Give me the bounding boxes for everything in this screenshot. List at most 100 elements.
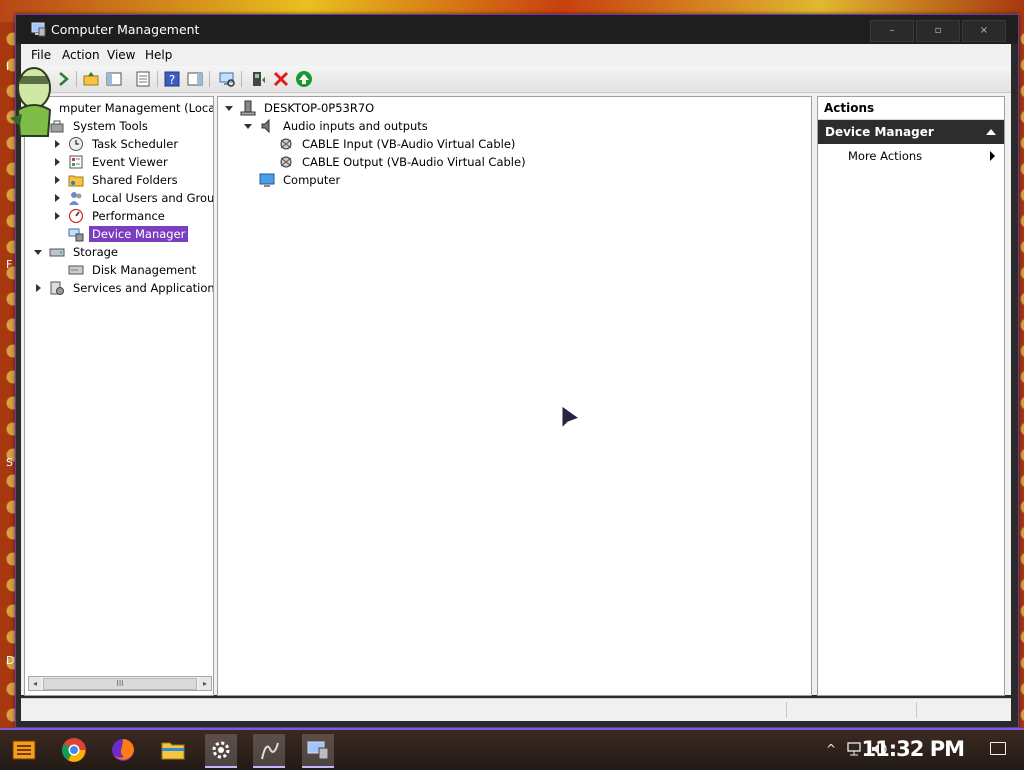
scroll-left-arrow[interactable]: ◂ — [29, 677, 41, 690]
audio-device-icon — [280, 156, 292, 168]
event-log-icon — [69, 155, 83, 169]
computer-name: DESKTOP-0P53R7O — [264, 101, 375, 115]
actions-pane: Actions Device Manager More Actions — [817, 96, 1005, 696]
device-label: CABLE Output (VB-Audio Virtual Cable) — [302, 155, 526, 169]
device-label: CABLE Input (VB-Audio Virtual Cable) — [302, 137, 516, 151]
status-divider — [786, 702, 787, 718]
toolbar-separator — [209, 71, 210, 87]
tree-item-label: Shared Folders — [92, 173, 178, 187]
tree-item-label: Storage — [73, 245, 118, 259]
settings-icon[interactable] — [205, 734, 237, 768]
status-bar — [21, 698, 1011, 721]
tree-item-local-users[interactable]: Local Users and Groups — [52, 189, 214, 207]
menu-file[interactable]: File — [31, 48, 51, 62]
tree-item-root[interactable]: mputer Management (Local) — [33, 99, 213, 117]
storage-icon — [49, 248, 65, 257]
expand-toggle[interactable] — [52, 175, 62, 185]
stylus-app-icon[interactable] — [253, 734, 285, 768]
menu-action[interactable]: Action — [62, 48, 100, 62]
tree-item-shared-folders[interactable]: Shared Folders — [52, 171, 181, 189]
mouse-cursor-icon — [561, 405, 581, 430]
title-bar[interactable]: Computer Management – ▫ × — [16, 15, 1018, 44]
device-cable-output[interactable]: CABLE Output (VB-Audio Virtual Cable) — [262, 153, 529, 171]
speaker-icon — [261, 118, 270, 134]
tree-item-performance[interactable]: Performance — [52, 207, 168, 225]
horizontal-scrollbar[interactable]: ◂ III ▸ — [28, 676, 212, 691]
device-category-computer[interactable]: Computer — [243, 171, 343, 189]
tree-item-device-manager[interactable]: Device Manager — [52, 225, 189, 243]
toolbar: ? — [21, 66, 1011, 93]
update-driver-icon[interactable] — [249, 70, 267, 88]
window-title: Computer Management — [51, 22, 200, 37]
computer-management-window: Computer Management – ▫ × File Action Vi… — [15, 14, 1019, 728]
maximize-button[interactable]: ▫ — [916, 20, 960, 42]
expand-toggle[interactable] — [52, 211, 62, 221]
action-group-label: Device Manager — [825, 125, 934, 139]
toolbar-separator — [76, 71, 77, 87]
tree-item-services[interactable]: Services and Applications — [33, 279, 214, 297]
device-tree-pane: DESKTOP-0P53R7O Audio inputs and outputs… — [217, 96, 812, 696]
svg-text:?: ? — [169, 73, 175, 87]
clock-icon — [69, 137, 83, 151]
tree-item-task-scheduler[interactable]: Task Scheduler — [52, 135, 181, 153]
menu-bar: File Action View Help — [21, 44, 1011, 66]
scan-hardware-icon[interactable] — [218, 70, 236, 88]
expand-toggle[interactable] — [52, 157, 62, 167]
device-category-audio[interactable]: Audio inputs and outputs — [243, 117, 431, 135]
tree-item-storage[interactable]: Storage — [33, 243, 121, 261]
tree-item-label: Local Users and Groups — [92, 191, 214, 205]
scroll-right-arrow[interactable]: ▸ — [199, 677, 211, 690]
minimize-button[interactable]: – — [870, 20, 914, 42]
tray-chevron-icon[interactable]: ^ — [826, 742, 836, 756]
tree-item-disk-management[interactable]: Disk Management — [52, 261, 199, 279]
shared-folder-icon — [68, 175, 84, 187]
tree-item-label: Event Viewer — [92, 155, 168, 169]
notification-center-icon[interactable] — [990, 742, 1006, 755]
console-tree-pane: mputer Management (Local) System Tools T… — [24, 96, 214, 696]
close-button[interactable]: × — [962, 20, 1006, 42]
start-icon[interactable] — [8, 734, 40, 766]
services-icon — [50, 281, 64, 295]
action-group-device-manager[interactable]: Device Manager — [818, 120, 1004, 144]
device-category-label: Audio inputs and outputs — [283, 119, 428, 133]
file-explorer-icon[interactable] — [157, 734, 189, 766]
tree-item-event-viewer[interactable]: Event Viewer — [52, 153, 171, 171]
enable-device-icon[interactable] — [295, 70, 313, 88]
tree-item-label: Services and Applications — [73, 281, 214, 295]
system-clock[interactable]: 11:32 PM — [862, 737, 965, 761]
toolbar-separator — [241, 71, 242, 87]
device-tree-computer-root[interactable]: DESKTOP-0P53R7O — [224, 99, 377, 117]
chrome-icon[interactable] — [58, 734, 90, 766]
scroll-thumb[interactable]: III — [43, 678, 197, 690]
menu-view[interactable]: View — [107, 48, 135, 62]
expand-toggle[interactable] — [33, 283, 43, 293]
expand-toggle[interactable] — [243, 121, 253, 131]
desktop-edge-letter: D — [6, 654, 15, 667]
taskbar: ^ 11:32 PM — [0, 728, 1024, 770]
tree-item-label: System Tools — [73, 119, 148, 133]
expand-toggle[interactable] — [224, 103, 234, 113]
uninstall-icon[interactable] — [272, 70, 290, 88]
tree-item-label: Performance — [92, 209, 165, 223]
actions-title: Actions — [824, 101, 875, 115]
properties-icon[interactable] — [134, 70, 152, 88]
computer-management-taskbar-icon[interactable] — [302, 734, 334, 768]
expand-toggle[interactable] — [33, 247, 43, 257]
status-divider — [916, 702, 917, 718]
desktop-edge-letter: S — [6, 456, 13, 469]
up-folder-icon[interactable] — [82, 70, 100, 88]
show-hide-action-pane-icon[interactable] — [186, 70, 204, 88]
window-controls: – ▫ × — [870, 20, 1006, 42]
toolbar-separator — [157, 71, 158, 87]
show-hide-tree-icon[interactable] — [105, 70, 123, 88]
more-actions-item[interactable]: More Actions — [818, 146, 1004, 166]
desktop-edge-letter: F — [6, 258, 13, 271]
performance-gauge-icon — [68, 208, 84, 224]
menu-help[interactable]: Help — [145, 48, 172, 62]
help-icon[interactable]: ? — [163, 70, 181, 88]
tree-item-label: Task Scheduler — [92, 137, 179, 151]
firefox-icon[interactable] — [107, 734, 139, 766]
expand-toggle[interactable] — [52, 193, 62, 203]
collapse-up-icon[interactable] — [986, 129, 996, 135]
device-cable-input[interactable]: CABLE Input (VB-Audio Virtual Cable) — [262, 135, 518, 153]
